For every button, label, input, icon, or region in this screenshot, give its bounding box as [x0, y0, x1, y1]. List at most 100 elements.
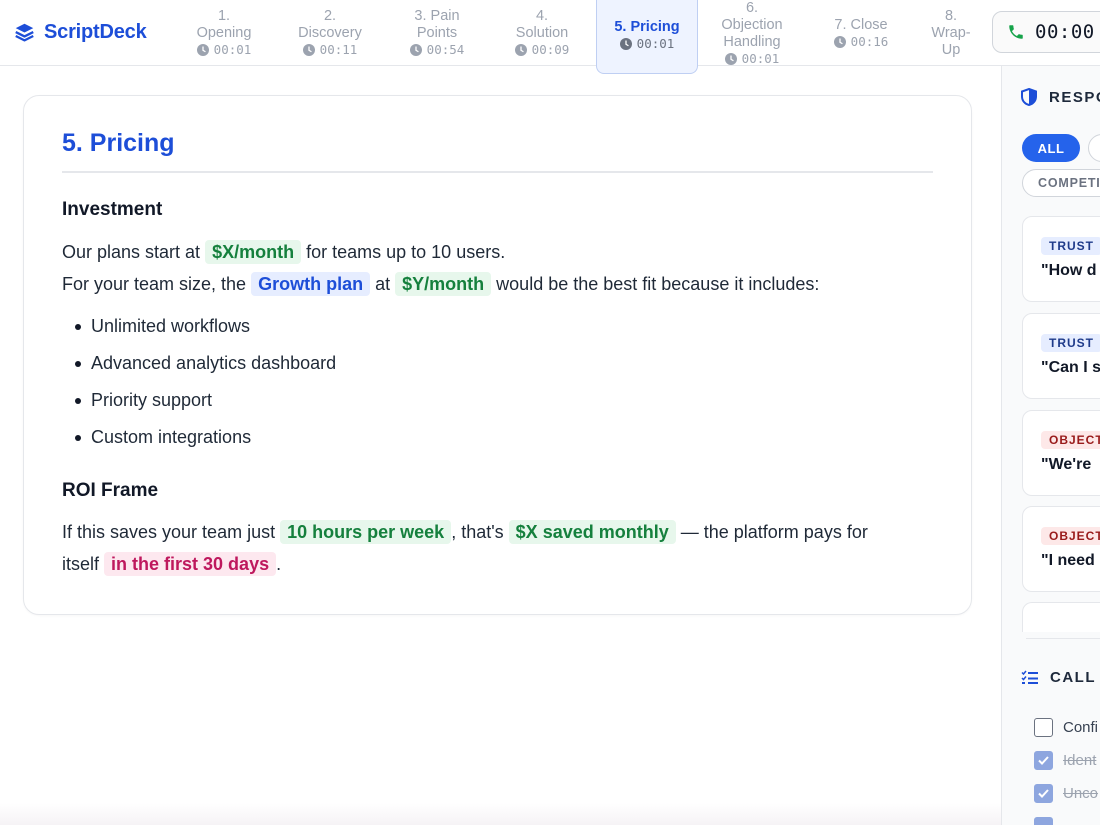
response-card[interactable]: TRUST "How d [1022, 216, 1100, 302]
tab-time: 00:16 [833, 34, 888, 50]
tab-label-line1: 8. [944, 7, 958, 24]
checkbox[interactable] [1034, 817, 1053, 825]
responses-heading: RESPO [1021, 88, 1100, 106]
investment-heading: Investment [62, 199, 163, 220]
bottom-fade [0, 803, 1001, 825]
category-tag: TRUST [1041, 334, 1100, 352]
tab-label-line2: Discovery [298, 25, 362, 41]
script-section-card: 5. Pricing Investment Our plans start at… [23, 95, 972, 615]
tab-time: 00:01 [196, 42, 251, 58]
tab-label-line1: 6. [745, 0, 759, 16]
response-text: "We're [1041, 456, 1092, 473]
investment-paragraph-2: For your team size, the Growth plan at $… [62, 272, 820, 296]
investment-paragraph-1: Our plans start at $X/month for teams up… [62, 240, 506, 264]
clock-icon [514, 44, 527, 56]
response-text: "How d [1041, 262, 1097, 279]
category-tag: OBJECT [1041, 431, 1100, 449]
clock-icon [302, 44, 315, 56]
title-divider [62, 171, 933, 173]
tab-time: 00:01 [619, 36, 674, 52]
list-item: Unlimited workflows [62, 311, 336, 348]
tab-label-line1: 4. [535, 8, 549, 24]
section-title: 5. Pricing [62, 129, 175, 157]
roi-heading: ROI Frame [62, 480, 159, 501]
response-card[interactable]: TRUST "Can I s [1022, 313, 1100, 399]
tab-label-line1: 1. [217, 8, 231, 24]
clock-icon [833, 35, 846, 48]
savings-highlight: $X saved monthly [508, 520, 676, 544]
call-timer[interactable]: 00:00 [992, 11, 1100, 53]
checklist-item[interactable]: Ident [1034, 751, 1096, 770]
response-card[interactable]: OBJECT "We're [1022, 410, 1100, 496]
clock-icon [619, 38, 632, 50]
list-item: Priority support [62, 385, 336, 422]
call-checklist-heading: CALL [1021, 669, 1096, 686]
tab-label-line2: Points [416, 25, 458, 41]
panel-divider [1026, 638, 1100, 639]
checklist-label: Confi [1063, 719, 1099, 736]
category-tag: TRUST [1041, 237, 1100, 255]
checkmark-icon [1038, 756, 1049, 765]
filter-competitor[interactable]: COMPETI [1022, 169, 1100, 197]
tab-wrap-up[interactable]: 8. Wrap- Up [922, 0, 980, 66]
tab-opening[interactable]: 1. Opening 00:01 [185, 0, 263, 66]
tab-label-line1: 2. [323, 8, 337, 24]
price-highlight: $X/month [205, 240, 302, 264]
checkmark-icon [1038, 789, 1049, 798]
phone-icon [1009, 25, 1023, 39]
filter-all[interactable]: ALL [1022, 134, 1080, 162]
brand-name: ScriptDeck [44, 20, 147, 43]
checklist-label: Ident [1063, 752, 1097, 769]
tab-pain-points[interactable]: 3. Pain Points 00:54 [400, 0, 474, 66]
tab-label-line2: Opening [196, 25, 252, 41]
layers-icon [15, 23, 34, 42]
clock-icon [409, 44, 422, 56]
tab-label-line2: Objection [721, 16, 783, 33]
tab-label-line3: Handling [723, 33, 781, 50]
checklist-icon [1021, 670, 1038, 684]
list-item: Custom integrations [62, 422, 336, 459]
plan-highlight: Growth plan [251, 272, 371, 296]
tab-time: 00:01 [724, 51, 779, 67]
brand[interactable]: ScriptDeck [14, 20, 147, 44]
payback-highlight: in the first 30 days [104, 552, 277, 576]
tab-label-line2: Solution [515, 25, 569, 41]
checklist-item[interactable]: Unco [1034, 784, 1098, 803]
roi-paragraph-line-2: itself in the first 30 days. [62, 552, 282, 576]
response-text: "I need [1041, 552, 1095, 569]
top-bar: ScriptDeck 1. Opening 00:01 2. Discovery… [0, 0, 1100, 74]
tab-time: 00:11 [302, 42, 357, 58]
right-panel: RESPO ALL COMPETI TRUST "How d TRUST "Ca… [1001, 66, 1100, 825]
checklist-item[interactable]: Confi [1034, 718, 1098, 737]
tab-time: 00:09 [514, 42, 569, 58]
response-card[interactable]: OBJECT "I need [1022, 506, 1100, 592]
roi-paragraph-line-1: If this saves your team just 10 hours pe… [62, 520, 868, 544]
tab-discovery[interactable]: 2. Discovery 00:11 [283, 0, 377, 66]
checklist-item[interactable] [1034, 817, 1053, 825]
tab-label-line2: Wrap- [931, 24, 971, 41]
hours-highlight: 10 hours per week [280, 520, 452, 544]
tab-label-line1: 3. Pain [414, 8, 460, 24]
clock-icon [196, 44, 209, 56]
category-tag: OBJECT [1041, 527, 1100, 545]
tab-label-line1: 5. Pricing [614, 19, 680, 35]
response-card[interactable] [1022, 602, 1100, 632]
tab-objection-handling[interactable]: 6. Objection Handling 00:01 [708, 0, 796, 66]
checklist-label: Unco [1063, 785, 1099, 802]
feature-list: Unlimited workflows Advanced analytics d… [62, 311, 336, 459]
tab-pricing[interactable]: 5. Pricing 00:01 [596, 0, 698, 74]
response-text: "Can I s [1041, 359, 1100, 376]
tab-label-line3: Up [941, 41, 961, 58]
clock-icon [724, 52, 737, 65]
price-highlight: $Y/month [395, 272, 492, 296]
shield-icon [1021, 88, 1037, 106]
checkbox[interactable] [1034, 784, 1053, 803]
filter-chip[interactable] [1088, 134, 1100, 162]
tab-solution[interactable]: 4. Solution 00:09 [505, 0, 579, 66]
tab-time: 00:54 [409, 42, 464, 58]
checkbox[interactable] [1034, 751, 1053, 770]
call-timer-value: 00:00 [1035, 21, 1095, 43]
checkbox[interactable] [1034, 718, 1053, 737]
tab-close[interactable]: 7. Close 00:16 [820, 0, 902, 66]
list-item: Advanced analytics dashboard [62, 348, 336, 385]
